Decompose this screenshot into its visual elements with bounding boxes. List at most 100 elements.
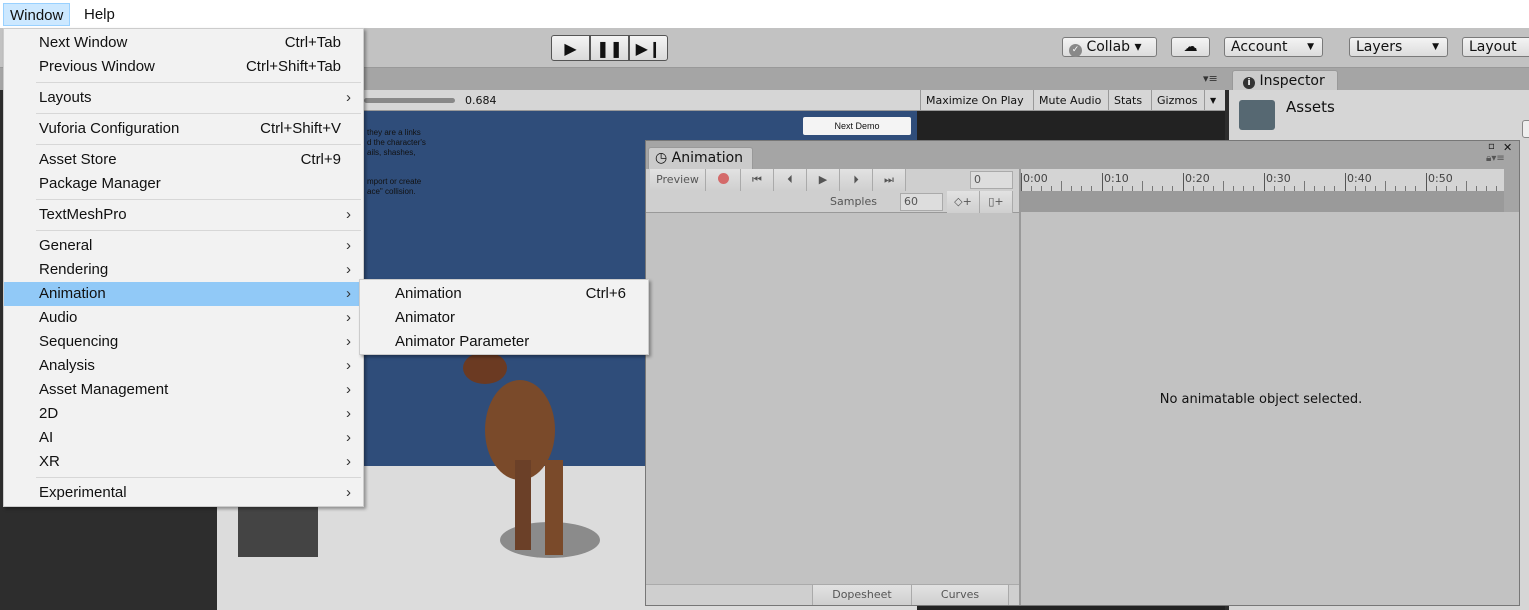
check-icon: ✓: [1069, 44, 1082, 57]
dinosaur-model: [463, 352, 600, 558]
add-event-button[interactable]: ▯+: [980, 191, 1013, 213]
stats-button[interactable]: Stats: [1108, 90, 1147, 111]
scale-slider[interactable]: [364, 98, 455, 103]
menu-item-label: Animation: [395, 285, 462, 302]
menu-item-2d[interactable]: 2D ›: [4, 402, 363, 426]
tab-dopesheet[interactable]: Dopesheet: [812, 585, 912, 605]
chevron-right-icon: ›: [346, 285, 351, 302]
gizmos-dropdown-icon[interactable]: ▼: [1204, 90, 1221, 111]
menu-help[interactable]: Help: [78, 3, 121, 26]
menu-item-textmeshpro[interactable]: TextMeshPro ›: [4, 203, 363, 227]
animation-submenu: Animation Ctrl+6 Animator Animator Paramete…: [359, 279, 649, 355]
gizmos-button[interactable]: Gizmos: [1151, 90, 1203, 111]
menu-item-label: Next Window: [39, 34, 128, 51]
chevron-right-icon: ›: [346, 484, 351, 501]
lock-icon[interactable]: 🔒︎▾≡: [1486, 153, 1505, 164]
menu-item-label: Layouts: [39, 89, 92, 106]
menu-item-animation[interactable]: Animation ›: [4, 282, 363, 306]
menu-item-label: Audio: [39, 309, 78, 326]
account-dropdown[interactable]: Account ▼: [1224, 37, 1323, 57]
samples-input[interactable]: 60: [900, 193, 943, 211]
menu-item-asset-management[interactable]: Asset Management ›: [4, 378, 363, 402]
ruler-label: 0:40: [1347, 172, 1372, 185]
pause-button[interactable]: ❚❚: [590, 35, 629, 61]
inspector-button[interactable]: [1522, 120, 1529, 138]
frame-input[interactable]: 0: [970, 171, 1013, 189]
menu-window[interactable]: Window: [3, 3, 71, 26]
menu-item-label: Asset Management: [39, 381, 169, 398]
tab-inspector[interactable]: i Inspector: [1232, 70, 1338, 91]
chevron-right-icon: ›: [346, 453, 351, 470]
menu-item-analysis[interactable]: Analysis ›: [4, 354, 363, 378]
panel-menu-icon[interactable]: ▾≡: [1203, 72, 1218, 85]
preview-button[interactable]: Preview: [650, 169, 706, 191]
ruler-label: 0:30: [1266, 172, 1291, 185]
menu-item-previous-window[interactable]: Previous Window Ctrl+Shift+Tab: [4, 55, 363, 79]
prev-key-icon: ⏴: [787, 173, 793, 186]
menu-item-next-window[interactable]: Next Window Ctrl+Tab: [4, 31, 363, 55]
menu-shortcut: Ctrl+Tab: [284, 34, 341, 51]
menu-bar: Window Help: [0, 0, 1529, 28]
prev-key-button[interactable]: ⏴: [774, 169, 807, 191]
menu-item-label: General: [39, 237, 93, 254]
scene-text: mport or create: [367, 177, 422, 186]
chevron-right-icon: ›: [346, 89, 351, 106]
cloud-button[interactable]: ☁: [1171, 37, 1210, 57]
ruler-minor-tick: [1223, 181, 1224, 191]
next-demo-button[interactable]: Next Demo: [803, 117, 911, 135]
menu-item-vuforia-configuration[interactable]: Vuforia Configuration Ctrl+Shift+V: [4, 117, 363, 141]
next-key-button[interactable]: ⏵: [840, 169, 873, 191]
timeline-ruler[interactable]: 0:00 0:10 0:20 0:30 0:40 0:50: [1021, 169, 1504, 191]
menu-item-label: Vuforia Configuration: [39, 120, 180, 137]
mute-audio-button[interactable]: Mute Audio: [1033, 90, 1106, 111]
menu-separator: [4, 141, 363, 148]
menu-item-animation[interactable]: Animation Ctrl+6: [360, 282, 648, 306]
step-button[interactable]: ▶❙: [629, 35, 668, 61]
record-button[interactable]: [706, 169, 741, 191]
step-icon: ▶❙: [635, 38, 662, 58]
menu-item-general[interactable]: General ›: [4, 234, 363, 258]
menu-item-xr[interactable]: XR ›: [4, 450, 363, 474]
layers-dropdown[interactable]: Layers ▼: [1349, 37, 1448, 57]
menu-item-layouts[interactable]: Layouts ›: [4, 86, 363, 110]
menu-item-asset-store[interactable]: Asset Store Ctrl+9: [4, 148, 363, 172]
add-keyframe-icon: ◇+: [954, 195, 972, 208]
info-icon: i: [1243, 77, 1255, 89]
play-anim-button[interactable]: ▶: [807, 169, 840, 191]
layout-dropdown[interactable]: Layout: [1462, 37, 1529, 57]
play-icon: ▶: [564, 38, 577, 58]
chevron-right-icon: ›: [346, 381, 351, 398]
dopesheet-area: No animatable object selected.: [1021, 212, 1519, 605]
first-key-button[interactable]: ⏮: [741, 169, 774, 191]
ruler-tick: [1264, 173, 1265, 191]
menu-item-ai[interactable]: AI ›: [4, 426, 363, 450]
menu-separator: [4, 110, 363, 117]
ruler-minor-tick: [1061, 181, 1062, 191]
menu-item-package-manager[interactable]: Package Manager: [4, 172, 363, 196]
menu-item-label: Rendering: [39, 261, 109, 278]
play-icon: ▶: [818, 173, 828, 186]
dropdown-arrow-icon: ▼: [1307, 42, 1314, 52]
menu-item-animator[interactable]: Animator: [360, 306, 648, 330]
menu-item-label: 2D: [39, 405, 59, 422]
collab-button[interactable]: ✓ Collab ▾: [1062, 37, 1157, 57]
chevron-right-icon: ›: [346, 429, 351, 446]
add-keyframe-button[interactable]: ◇+: [947, 191, 980, 213]
clock-icon: ◷: [655, 150, 668, 166]
menu-item-sequencing[interactable]: Sequencing ›: [4, 330, 363, 354]
chevron-right-icon: ›: [346, 237, 351, 254]
maximize-on-play-button[interactable]: Maximize On Play: [920, 90, 1029, 111]
menu-item-label: Animation: [39, 285, 106, 302]
game-view-toolbar: 0.684 Maximize On Play Mute Audio Stats …: [364, 90, 1225, 111]
menu-item-rendering[interactable]: Rendering ›: [4, 258, 363, 282]
tab-animation[interactable]: ◷ Animation: [648, 147, 753, 169]
menu-item-audio[interactable]: Audio ›: [4, 306, 363, 330]
maximize-icon[interactable]: ▫: [1488, 141, 1495, 152]
last-key-icon: ⏭: [884, 173, 894, 186]
menu-item-animator-parameter[interactable]: Animator Parameter: [360, 330, 648, 354]
cloud-icon: ☁: [1183, 39, 1198, 55]
menu-item-experimental[interactable]: Experimental ›: [4, 481, 363, 505]
play-button[interactable]: ▶: [551, 35, 590, 61]
last-key-button[interactable]: ⏭: [873, 169, 906, 191]
tab-curves[interactable]: Curves: [912, 585, 1009, 605]
